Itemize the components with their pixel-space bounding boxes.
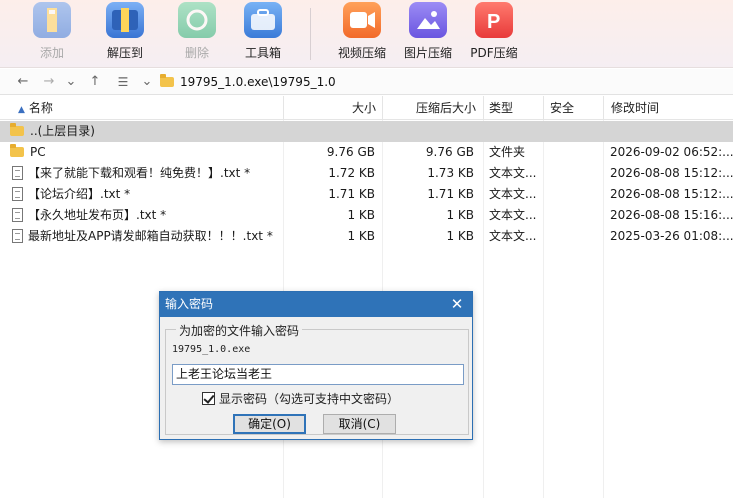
checkbox-checked-icon[interactable]	[202, 392, 215, 405]
pdf-icon: P	[475, 2, 513, 38]
text-file-icon	[12, 229, 23, 243]
history-dropdown-icon[interactable]: ⌄	[62, 72, 80, 92]
column-type[interactable]: 类型	[483, 96, 543, 120]
forward-icon[interactable]: →	[40, 72, 58, 92]
toolbox-button[interactable]: 工具箱	[231, 0, 295, 68]
table-row[interactable]: ..(上层目录)	[0, 121, 733, 142]
view-dropdown-icon[interactable]: ⌄	[138, 72, 156, 92]
text-file-icon	[12, 166, 23, 180]
archive-add-icon	[33, 2, 71, 38]
svg-text:P: P	[487, 11, 500, 33]
text-file-icon	[12, 208, 23, 222]
table-row[interactable]: 最新地址及APP请发邮箱自动获取！！！.txt * 1 KB 1 KB 文本文.…	[0, 226, 733, 247]
video-icon	[343, 2, 381, 38]
table-row[interactable]: 【永久地址发布页】.txt * 1 KB 1 KB 文本文... 2026-08…	[0, 205, 733, 226]
dialog-title: 输入密码	[160, 292, 472, 317]
password-group: 为加密的文件输入密码 19795_1.0.exe 上老王论坛当老王 显示密码（勾…	[165, 322, 469, 435]
toolbar-divider	[310, 8, 311, 60]
column-modified[interactable]: 修改时间	[603, 96, 733, 120]
close-icon[interactable]: ✕	[448, 292, 466, 317]
view-mode-icon[interactable]: ☰	[114, 72, 132, 92]
image-compress-button[interactable]: 图片压缩	[396, 0, 460, 68]
table-row[interactable]: 【来了就能下载和观看！纯免费！】.txt * 1.72 KB 1.73 KB 文…	[0, 163, 733, 184]
folder-up-icon	[10, 123, 24, 136]
delete-button[interactable]: 删除	[165, 0, 229, 68]
column-packed-size[interactable]: 压缩后大小	[382, 96, 481, 120]
add-button[interactable]: 添加	[20, 0, 84, 68]
password-dialog: 输入密码 ✕ 为加密的文件输入密码 19795_1.0.exe 上老王论坛当老王…	[159, 291, 473, 440]
pdf-compress-button[interactable]: P PDF压缩	[462, 0, 526, 68]
list-header: ▲ 名称 大小 压缩后大小 类型 安全 修改时间	[0, 96, 733, 120]
video-compress-button[interactable]: 视频压缩	[330, 0, 394, 68]
recycle-icon	[178, 2, 216, 38]
folder-icon	[10, 144, 24, 157]
show-password-checkbox[interactable]: 显示密码（勾选可支持中文密码）	[202, 391, 399, 407]
password-input[interactable]: 上老王论坛当老王	[172, 364, 464, 385]
table-row[interactable]: 【论坛介绍】.txt * 1.71 KB 1.71 KB 文本文... 2026…	[0, 184, 733, 205]
ok-button[interactable]: 确定(O)	[233, 414, 306, 434]
toolbox-icon	[244, 2, 282, 38]
text-file-icon	[12, 187, 23, 201]
back-icon[interactable]: ←	[14, 72, 32, 92]
column-size[interactable]: 大小	[283, 96, 380, 120]
cancel-button[interactable]: 取消(C)	[323, 414, 396, 434]
extract-button[interactable]: 解压到	[93, 0, 157, 68]
path-field[interactable]: 19795_1.0.exe\19795_1.0	[160, 71, 730, 93]
up-icon[interactable]: ↑	[86, 72, 104, 92]
column-name[interactable]: ▲ 名称	[18, 96, 278, 120]
toolbar: 添加 解压到 删除 工具箱 视频压缩 图片压缩 P PDF压缩	[0, 0, 733, 68]
column-security[interactable]: 安全	[543, 96, 603, 120]
table-row[interactable]: PC 9.76 GB 9.76 GB 文件夹 2026-09-02 06:52:…	[0, 142, 733, 163]
sort-up-icon: ▲	[18, 105, 25, 115]
folder-icon	[160, 74, 174, 87]
archive-filename: 19795_1.0.exe	[172, 344, 251, 355]
address-bar: ← → ⌄ ↑ ☰ ⌄ 19795_1.0.exe\19795_1.0	[0, 69, 733, 95]
group-label: 为加密的文件输入密码	[176, 322, 303, 339]
image-icon	[409, 2, 447, 38]
extract-icon	[106, 2, 144, 38]
